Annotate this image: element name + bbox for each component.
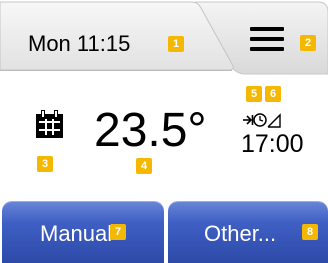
other-button-label: Other... bbox=[204, 221, 277, 246]
calendar-icon[interactable] bbox=[36, 110, 63, 138]
current-temperature: 23.5° bbox=[94, 104, 207, 157]
arrow-clock-ramp-icon bbox=[243, 113, 281, 128]
callout-badge-7: 7 bbox=[110, 224, 126, 240]
callout-badge-5: 5 bbox=[246, 86, 262, 102]
callout-badge-4: 4 bbox=[136, 158, 152, 174]
manual-button-label: Manual bbox=[40, 221, 113, 246]
thermostat-screen: Mon 11:15 1 2 3 23.5° 4 5 6 17:00 Manual… bbox=[0, 0, 328, 263]
callout-badge-1: 1 bbox=[168, 36, 184, 52]
other-button[interactable]: Other... 8 bbox=[168, 201, 328, 263]
date-time-label[interactable]: Mon 11:15 bbox=[28, 31, 130, 57]
callout-badge-8: 8 bbox=[302, 224, 318, 240]
callout-badge-3: 3 bbox=[37, 156, 53, 172]
next-event-time: 17:00 bbox=[241, 130, 304, 158]
callout-badge-6: 6 bbox=[265, 86, 281, 102]
hamburger-menu-icon[interactable] bbox=[250, 27, 284, 53]
manual-button[interactable]: Manual 7 bbox=[2, 201, 164, 263]
callout-badge-2: 2 bbox=[300, 35, 316, 51]
